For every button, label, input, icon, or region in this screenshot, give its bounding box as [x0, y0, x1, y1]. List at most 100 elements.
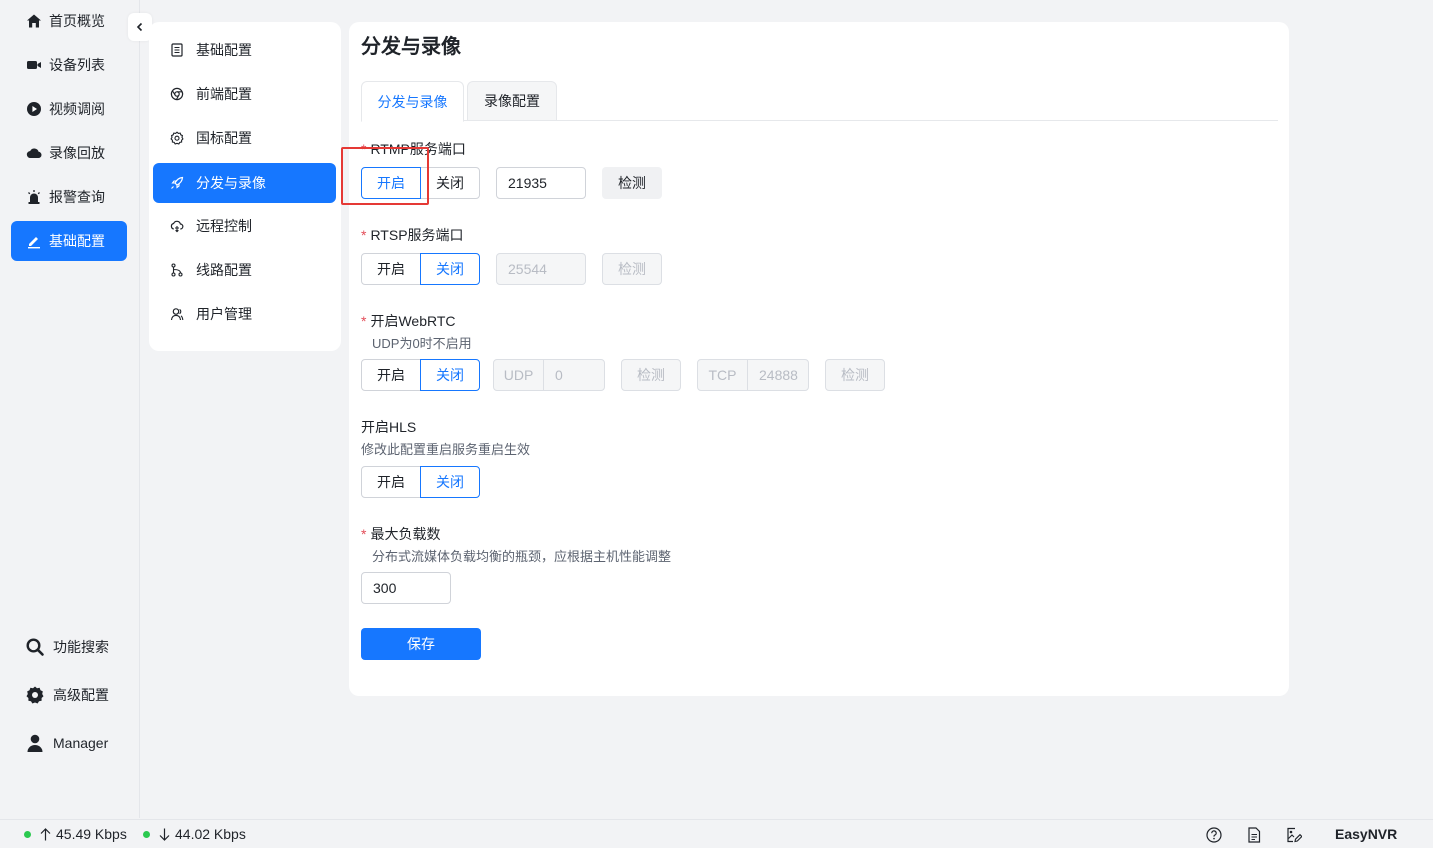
settings-panel: 分发与录像 分发与录像 录像配置 * RTMP服务端口 开启 关闭 21935 检…	[349, 22, 1289, 696]
home-icon	[25, 12, 43, 30]
rtmp-port-input[interactable]: 21935	[496, 167, 586, 199]
nav-item-label: 视频调阅	[49, 101, 105, 117]
doc-icon[interactable]	[1245, 826, 1263, 844]
search-icon	[25, 637, 45, 657]
rtsp-off-option[interactable]: 关闭	[420, 253, 480, 285]
left-nav: 首页概览 设备列表 视频调阅 录像回放 报警查询 基础配置 功能搜索 高级配置 …	[0, 0, 140, 818]
submenu-item-route[interactable]: 线路配置	[153, 250, 336, 290]
rocket-icon	[169, 175, 185, 191]
nav-item-label: 功能搜索	[53, 639, 109, 655]
download-rate: 44.02 Kbps	[143, 826, 246, 842]
status-dot	[143, 830, 150, 838]
play-circle-icon	[25, 100, 43, 118]
nav-item-devices[interactable]: 设备列表	[11, 45, 127, 85]
webrtc-on-option[interactable]: 开启	[361, 359, 421, 391]
rtmp-toggle: 开启 关闭	[361, 167, 480, 199]
rtmp-check-button[interactable]: 检测	[602, 167, 662, 199]
upload-value: 45.49 Kbps	[56, 826, 127, 842]
tcp-value: 24888	[759, 367, 798, 383]
arrow-down-icon	[159, 828, 170, 841]
nav-item-label: 高级配置	[53, 687, 109, 703]
rtsp-check-button: 检测	[602, 253, 662, 285]
hls-on-option[interactable]: 开启	[361, 466, 421, 498]
submenu-item-label: 前端配置	[196, 86, 252, 102]
chrome-icon	[169, 86, 185, 102]
tcp-prefix: TCP	[698, 360, 748, 390]
brand-label: EasyNVR	[1335, 826, 1398, 842]
webrtc-udp-check-button: 检测	[621, 359, 681, 391]
submenu-item-users[interactable]: 用户管理	[153, 294, 336, 334]
rtsp-toggle: 开启 关闭	[361, 253, 480, 285]
submenu-item-label: 分发与录像	[196, 175, 266, 191]
hls-off-option[interactable]: 关闭	[420, 466, 480, 498]
chevron-left-icon	[135, 19, 145, 35]
required-mark: *	[361, 313, 367, 329]
arrow-up-icon	[40, 827, 51, 841]
tab-recording-config[interactable]: 录像配置	[467, 81, 557, 121]
rtsp-label: * RTSP服务端口	[361, 225, 464, 245]
rtmp-on-option[interactable]: 开启	[361, 167, 421, 199]
cloud-icon	[25, 144, 43, 162]
submenu-item-label: 用户管理	[196, 306, 252, 322]
submenu-item-gb[interactable]: 国标配置	[153, 118, 336, 158]
route-icon	[169, 262, 185, 278]
rtsp-port-input: 25544	[496, 253, 586, 285]
webrtc-tcp-check-button: 检测	[825, 359, 885, 391]
webrtc-toggle: 开启 关闭	[361, 359, 480, 391]
webrtc-udp-input: UDP 0	[493, 359, 605, 391]
required-mark: *	[361, 227, 367, 243]
save-button[interactable]: 保存	[361, 628, 481, 660]
alarm-light-icon	[25, 188, 43, 206]
webrtc-label: * 开启WebRTC	[361, 311, 456, 331]
edit-icon	[25, 232, 43, 250]
tab-bar: 分发与录像 录像配置	[361, 81, 1278, 122]
upload-rate: 45.49 Kbps	[24, 826, 127, 842]
rtsp-on-option[interactable]: 开启	[361, 253, 421, 285]
nav-item-alarm[interactable]: 报警查询	[11, 177, 127, 217]
nav-item-advanced[interactable]: 高级配置	[11, 675, 127, 715]
nav-item-label: 报警查询	[49, 189, 105, 205]
nav-item-label: 设备列表	[49, 57, 105, 73]
config-submenu: 基础配置 前端配置 国标配置 分发与录像 远程控制 线路配置 用户管理	[149, 22, 341, 351]
users-icon	[169, 306, 185, 322]
nav-item-basic-config[interactable]: 基础配置	[11, 221, 127, 261]
nav-item-search[interactable]: 功能搜索	[11, 627, 127, 667]
max-load-hint: 分布式流媒体负载均衡的瓶颈，应根据主机性能调整	[372, 549, 672, 564]
user-icon	[25, 733, 45, 753]
image-edit-icon[interactable]	[1285, 826, 1303, 844]
hls-toggle: 开启 关闭	[361, 466, 480, 498]
document-icon	[169, 42, 185, 58]
nav-item-label: 首页概览	[49, 13, 105, 29]
hls-hint: 修改此配置重启服务重启生效	[361, 442, 531, 457]
submenu-item-label: 远程控制	[196, 218, 252, 234]
help-icon[interactable]	[1205, 826, 1223, 844]
rtmp-off-option[interactable]: 关闭	[420, 167, 480, 199]
nav-item-playback[interactable]: 录像回放	[11, 133, 127, 173]
nav-item-manager[interactable]: Manager	[11, 723, 127, 763]
nav-item-home[interactable]: 首页概览	[11, 1, 127, 41]
settings-icon	[169, 130, 185, 146]
webrtc-tcp-input: TCP 24888	[697, 359, 809, 391]
cloud-remote-icon	[169, 218, 185, 234]
submenu-item-distribution[interactable]: 分发与录像	[153, 163, 336, 203]
submenu-item-frontend[interactable]: 前端配置	[153, 74, 336, 114]
gear-icon	[25, 685, 45, 705]
max-load-label-text: 最大负载数	[370, 526, 441, 542]
webrtc-off-option[interactable]: 关闭	[420, 359, 480, 391]
max-load-input[interactable]: 300	[361, 572, 451, 604]
nav-item-label: 录像回放	[49, 145, 105, 161]
camera-icon	[25, 56, 43, 74]
nav-item-video[interactable]: 视频调阅	[11, 89, 127, 129]
submenu-item-label: 国标配置	[196, 130, 252, 146]
submenu-item-remote[interactable]: 远程控制	[153, 206, 336, 246]
download-value: 44.02 Kbps	[175, 826, 246, 842]
submenu-item-basic[interactable]: 基础配置	[153, 30, 336, 70]
submenu-item-label: 线路配置	[196, 262, 252, 278]
tab-distribution[interactable]: 分发与录像	[361, 81, 464, 122]
webrtc-label-text: 开启WebRTC	[370, 313, 456, 329]
nav-item-label: Manager	[53, 735, 109, 751]
status-dot	[24, 830, 31, 838]
status-bar: 45.49 Kbps 44.02 Kbps EasyNVR	[0, 819, 1433, 848]
submenu-item-label: 基础配置	[196, 42, 252, 58]
required-mark: *	[361, 526, 367, 542]
